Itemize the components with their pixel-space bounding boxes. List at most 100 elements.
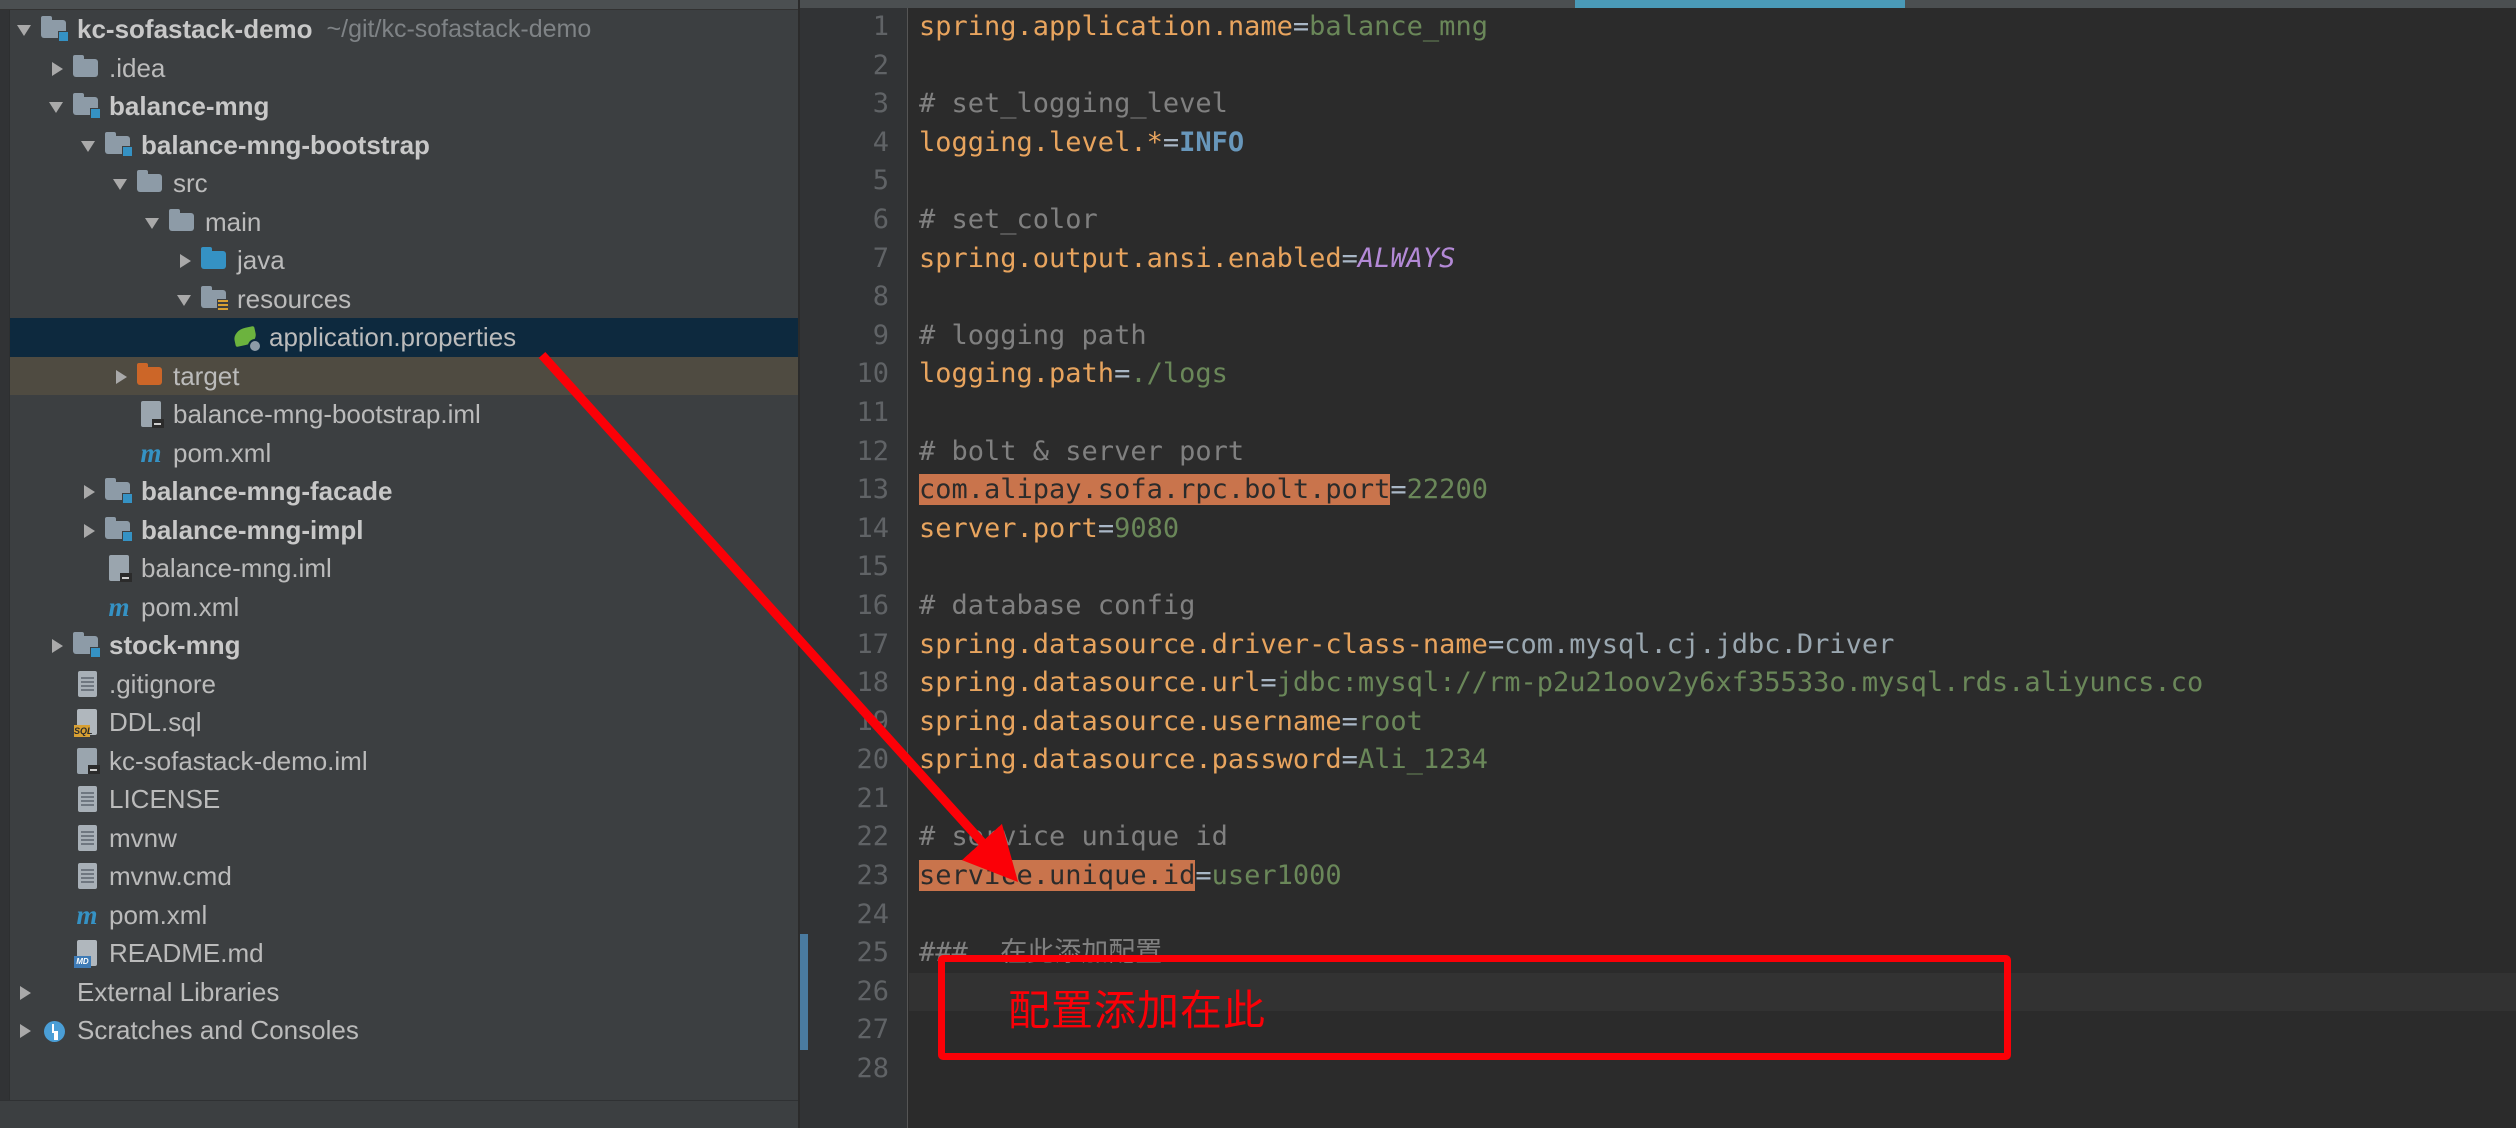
line-number-gutter[interactable]: 1 2 3 4 5 6 7 8 9 10 11 12 13 14 15 16 17 18 19 20 21 22 23 24 2… bbox=[800, 8, 908, 1128]
tree-row-pom-xml[interactable]: m pom.xml bbox=[10, 434, 798, 473]
project-tree[interactable]: kc-sofastack-demo ~/git/kc-sofastack-demo… bbox=[10, 10, 798, 1050]
tree-row-balance-mng-iml[interactable]: balance-mng.iml bbox=[10, 549, 798, 588]
tree-row-kc-sofastack-demo-iml[interactable]: kc-sofastack-demo.iml bbox=[10, 742, 798, 781]
tree-row-scratches-and-consoles[interactable]: Scratches and Consoles bbox=[10, 1011, 798, 1050]
code-line[interactable] bbox=[909, 162, 2516, 201]
code-line[interactable]: spring.datasource.password=Ali_1234 bbox=[909, 741, 2516, 780]
code-line[interactable]: service.unique.id=user1000 bbox=[909, 857, 2516, 896]
code-line[interactable]: spring.datasource.url=jdbc:mysql://rm-p2… bbox=[909, 664, 2516, 703]
chevron-right-icon[interactable] bbox=[174, 241, 200, 280]
code-line[interactable]: spring.datasource.driver-class-name=com.… bbox=[909, 626, 2516, 665]
tree-row-stock-mng[interactable]: stock-mng bbox=[10, 626, 798, 665]
line-number[interactable]: 27 bbox=[800, 1011, 907, 1050]
code-line[interactable] bbox=[909, 780, 2516, 819]
chevron-right-icon[interactable] bbox=[78, 511, 104, 550]
code-line[interactable]: # service unique id bbox=[909, 818, 2516, 857]
tree-row-pom-xml[interactable]: m pom.xml bbox=[10, 896, 798, 935]
code-line[interactable]: com.alipay.sofa.rpc.bolt.port=22200 bbox=[909, 471, 2516, 510]
code-line[interactable] bbox=[909, 548, 2516, 587]
line-number[interactable]: 4 bbox=[800, 124, 907, 163]
line-number[interactable]: 17 bbox=[800, 626, 907, 665]
line-number[interactable]: 16 bbox=[800, 587, 907, 626]
line-number[interactable]: 7 bbox=[800, 240, 907, 279]
line-number[interactable]: 20 bbox=[800, 741, 907, 780]
line-number[interactable]: 12 bbox=[800, 433, 907, 472]
line-number[interactable]: 8 bbox=[800, 278, 907, 317]
line-number[interactable]: 14 bbox=[800, 510, 907, 549]
line-number[interactable]: 3 bbox=[800, 85, 907, 124]
tree-row-java[interactable]: java bbox=[10, 241, 798, 280]
code-line[interactable]: # set_logging_level bbox=[909, 85, 2516, 124]
code-line[interactable] bbox=[909, 394, 2516, 433]
tree-row-mvnw[interactable]: mvnw bbox=[10, 819, 798, 858]
tree-row-external-libraries[interactable]: External Libraries bbox=[10, 973, 798, 1012]
chevron-right-icon[interactable] bbox=[46, 49, 72, 88]
tree-row-license[interactable]: LICENSE bbox=[10, 780, 798, 819]
line-number[interactable]: 10 bbox=[800, 355, 907, 394]
code-line[interactable]: # set_color bbox=[909, 201, 2516, 240]
line-number[interactable]: 5 bbox=[800, 162, 907, 201]
code-line[interactable] bbox=[909, 896, 2516, 935]
line-number[interactable]: 25 bbox=[800, 934, 907, 973]
chevron-down-icon[interactable] bbox=[174, 280, 200, 319]
line-number[interactable]: 21 bbox=[800, 780, 907, 819]
code-line[interactable] bbox=[909, 47, 2516, 86]
icon-badge bbox=[81, 676, 94, 691]
chevron-down-icon[interactable] bbox=[110, 164, 136, 203]
chevron-down-icon[interactable] bbox=[78, 126, 104, 165]
chevron-down-icon[interactable] bbox=[142, 203, 168, 242]
tree-row-balance-mng-bootstrap-iml[interactable]: balance-mng-bootstrap.iml bbox=[10, 395, 798, 434]
tree-row-balance-mng-facade[interactable]: balance-mng-facade bbox=[10, 472, 798, 511]
tree-row-balance-mng-impl[interactable]: balance-mng-impl bbox=[10, 511, 798, 550]
code-token: = bbox=[1487, 628, 1505, 660]
code-line[interactable]: # logging path bbox=[909, 317, 2516, 356]
chevron-right-icon[interactable] bbox=[14, 973, 40, 1012]
chevron-right-icon[interactable] bbox=[46, 626, 72, 665]
tree-row-balance-mng-bootstrap[interactable]: balance-mng-bootstrap bbox=[10, 126, 798, 165]
tree-row-application-properties[interactable]: application.properties bbox=[10, 318, 798, 357]
tree-row-balance-mng[interactable]: balance-mng bbox=[10, 87, 798, 126]
vcs-change-marker[interactable] bbox=[800, 934, 808, 1051]
line-number[interactable]: 24 bbox=[800, 896, 907, 935]
line-number[interactable]: 18 bbox=[800, 664, 907, 703]
tree-row-idea[interactable]: .idea bbox=[10, 49, 798, 88]
chevron-right-icon[interactable] bbox=[14, 1011, 40, 1050]
line-number[interactable]: 1 bbox=[800, 8, 907, 47]
chevron-right-icon[interactable] bbox=[110, 357, 136, 396]
code-line[interactable]: spring.output.ansi.enabled=ALWAYS bbox=[909, 240, 2516, 279]
line-number[interactable]: 19 bbox=[800, 703, 907, 742]
line-number[interactable]: 11 bbox=[800, 394, 907, 433]
tree-row-ddl-sql[interactable]: SQL DDL.sql bbox=[10, 703, 798, 742]
line-number[interactable]: 13 bbox=[800, 471, 907, 510]
line-number[interactable]: 2 bbox=[800, 47, 907, 86]
tree-row-kc-sofastack-demo[interactable]: kc-sofastack-demo ~/git/kc-sofastack-demo bbox=[10, 10, 798, 49]
code-line[interactable]: spring.application.name=balance_mng bbox=[909, 8, 2516, 47]
line-number[interactable]: 6 bbox=[800, 201, 907, 240]
code-line[interactable]: # database config bbox=[909, 587, 2516, 626]
chevron-down-icon[interactable] bbox=[14, 10, 40, 49]
line-number[interactable]: 23 bbox=[800, 857, 907, 896]
code-line[interactable]: server.port=9080 bbox=[909, 510, 2516, 549]
project-tool-window[interactable]: kc-sofastack-demo ~/git/kc-sofastack-demo… bbox=[0, 0, 800, 1128]
code-line[interactable]: logging.level.*=INFO bbox=[909, 124, 2516, 163]
code-line[interactable] bbox=[909, 278, 2516, 317]
line-number[interactable]: 9 bbox=[800, 317, 907, 356]
line-number[interactable]: 22 bbox=[800, 818, 907, 857]
code-line[interactable]: spring.datasource.username=root bbox=[909, 703, 2516, 742]
chevron-down-icon[interactable] bbox=[46, 87, 72, 126]
code-token: root bbox=[1357, 705, 1423, 737]
tree-row-main[interactable]: main bbox=[10, 203, 798, 242]
tree-row-resources[interactable]: resources bbox=[10, 280, 798, 319]
tree-row-readme-md[interactable]: MD README.md bbox=[10, 934, 798, 973]
code-line[interactable]: logging.path=./logs bbox=[909, 355, 2516, 394]
line-number[interactable]: 26 bbox=[800, 973, 907, 1012]
code-line[interactable]: # bolt & server port bbox=[909, 433, 2516, 472]
tree-row-src[interactable]: src bbox=[10, 164, 798, 203]
tree-row-target[interactable]: target bbox=[10, 356, 798, 396]
line-number[interactable]: 15 bbox=[800, 548, 907, 587]
chevron-right-icon[interactable] bbox=[78, 472, 104, 511]
line-number[interactable]: 28 bbox=[800, 1050, 907, 1089]
tree-row-mvnw-cmd[interactable]: mvnw.cmd bbox=[10, 857, 798, 896]
tree-row-pom-xml[interactable]: m pom.xml bbox=[10, 588, 798, 627]
tree-row-gitignore[interactable]: .gitignore bbox=[10, 665, 798, 704]
